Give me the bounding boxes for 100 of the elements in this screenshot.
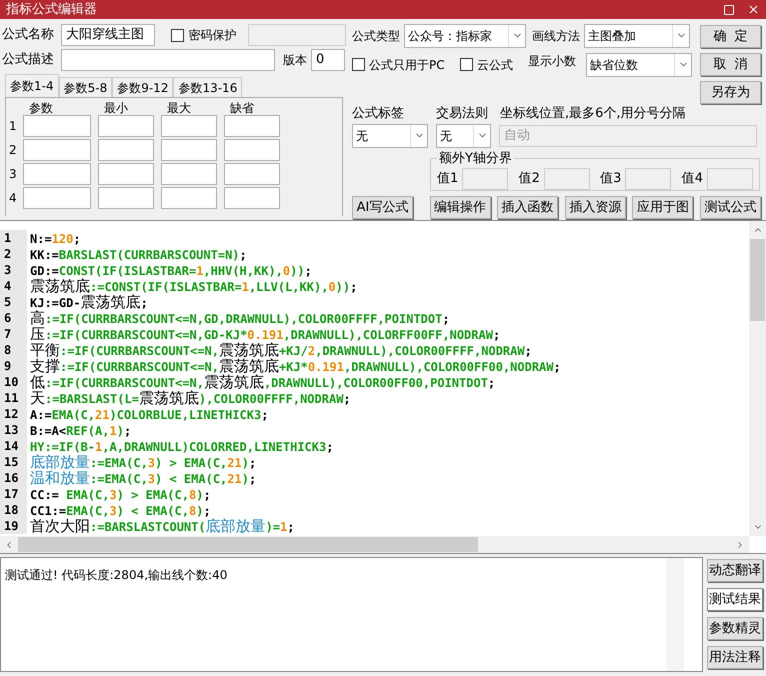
field-label: 公式描述 <box>2 51 55 70</box>
checkbox[interactable] <box>171 28 184 42</box>
field-label: 公式名称 <box>2 26 55 44</box>
line-number: 1 <box>0 230 27 246</box>
column-header: 最大 <box>166 100 192 114</box>
checkbox[interactable] <box>460 58 473 71</box>
window-title: 指标公式编辑器 <box>6 0 98 19</box>
dropdown[interactable]: 无 <box>436 124 491 148</box>
button[interactable]: 应用于图 <box>632 196 694 219</box>
field-label: 坐标线位置,最多6个,用分号分隔 <box>500 105 686 123</box>
button[interactable]: 插入函数 <box>497 196 558 219</box>
tab[interactable]: 参数5-8 <box>58 77 112 97</box>
input-field[interactable]: 大阳穿线主图 <box>60 24 156 46</box>
input-field[interactable] <box>98 115 154 137</box>
line-number: 17 <box>0 486 27 502</box>
checkbox-label: 密码保护 <box>188 27 236 44</box>
code-line: 高:=IF(CURRBARSCOUNT<=N,GD,DRAWNULL),COLOR00FFFF,POINTDOT; <box>29 310 450 326</box>
code-line: 低:=IF(CURRBARSCOUNT<=N,震荡筑底,DRAWNULL),COLOR00FF00,POINTDOT; <box>29 374 496 390</box>
input-field[interactable] <box>98 139 154 161</box>
scrollbar[interactable] <box>749 221 766 536</box>
input-field[interactable] <box>98 163 154 185</box>
line-number: 7 <box>0 326 27 342</box>
code-editor[interactable] <box>0 220 766 554</box>
checkbox-label: 云公式 <box>477 56 513 74</box>
group-title: 额外Y轴分界 <box>438 150 513 168</box>
row-number: 3 <box>9 166 18 183</box>
button[interactable]: 参数精灵 <box>707 617 763 640</box>
tab[interactable]: 参数13-16 <box>173 77 242 97</box>
input-field[interactable] <box>161 163 217 185</box>
input-field[interactable] <box>23 139 91 161</box>
dropdown[interactable]: 公众号：指标家 <box>404 24 526 48</box>
dropdown[interactable]: 主图叠加 <box>584 24 690 48</box>
line-number: 10 <box>0 374 27 390</box>
checkbox[interactable] <box>352 58 365 71</box>
field-label: 公式标签 <box>352 105 405 123</box>
code-line: KJ:=GD-震荡筑底; <box>29 294 148 310</box>
input-field[interactable] <box>23 163 91 185</box>
button[interactable]: 编辑操作 <box>430 196 491 219</box>
code-line: 温和放量:=EMA(C,3) < EMA(C,21); <box>29 470 256 486</box>
input-field[interactable] <box>23 187 91 209</box>
line-number: 12 <box>0 406 27 422</box>
field-label: 值4 <box>682 170 703 188</box>
row-number: 1 <box>9 118 18 135</box>
field-label: 显示小数 <box>528 52 577 70</box>
scrollbar-thumb[interactable] <box>750 239 765 321</box>
line-number: 15 <box>0 454 27 470</box>
input-field[interactable] <box>161 115 217 137</box>
dropdown[interactable]: 缺省位数 <box>586 52 692 76</box>
line-number: 3 <box>0 262 27 278</box>
code-line: 首次大阳:=BARSLASTCOUNT(底部放量)=1; <box>29 518 295 534</box>
scrollbar[interactable] <box>0 536 749 553</box>
code-line: 平衡:=IF(CURRBARSCOUNT<=N,震荡筑底+KJ/2,DRAWNULL),COLOR00FFFF,NODRAW; <box>29 342 532 358</box>
field-label: 值1 <box>437 170 458 188</box>
input-field[interactable] <box>224 187 280 209</box>
input-field[interactable] <box>61 49 275 71</box>
dropdown[interactable]: 无 <box>352 124 428 148</box>
button[interactable]: 用法注释 <box>707 646 763 669</box>
field-label: 公式类型 <box>352 28 401 44</box>
input-field[interactable] <box>224 115 280 137</box>
button[interactable]: 测试公式 <box>700 196 761 219</box>
input-field[interactable] <box>248 24 346 46</box>
column-header: 最小 <box>103 100 129 114</box>
code-line: B:=A<REF(A,1); <box>29 422 132 438</box>
input-field[interactable] <box>98 187 154 209</box>
input-field[interactable] <box>161 187 217 209</box>
input-field[interactable] <box>23 115 91 137</box>
field-label: 版本 <box>283 52 307 69</box>
input-field[interactable]: 0 <box>311 49 345 71</box>
line-number: 2 <box>0 246 27 262</box>
input-field[interactable] <box>706 168 753 190</box>
input-field[interactable] <box>224 163 280 185</box>
input-field[interactable] <box>462 168 508 190</box>
maximize-icon[interactable] <box>723 4 735 16</box>
line-number: 18 <box>0 502 27 518</box>
tab[interactable]: 参数9-12 <box>112 77 174 97</box>
line-number: 8 <box>0 342 27 358</box>
close-icon[interactable] <box>747 3 760 16</box>
button[interactable]: 另存为 <box>700 81 761 104</box>
field-label: 值3 <box>600 170 622 188</box>
button[interactable]: 动态翻译 <box>707 559 763 582</box>
column-header: 缺省 <box>229 100 255 114</box>
button[interactable]: 取 消 <box>700 53 761 76</box>
input-field[interactable] <box>161 139 217 161</box>
code-line: 支撑:=IF(CURRBARSCOUNT<=N,震荡筑底+KJ*0.191,DRAWNULL),COLOR00FF00,NODRAW; <box>29 358 561 374</box>
code-line: CC1:=EMA(C,3) < EMA(C,8); <box>29 502 211 518</box>
code-line: 底部放量:=EMA(C,3) > EMA(C,21); <box>29 454 256 470</box>
input-field[interactable] <box>625 168 672 190</box>
button[interactable]: AI写公式 <box>352 196 413 219</box>
tab[interactable]: 参数1-4 <box>5 74 59 97</box>
line-number: 9 <box>0 358 27 374</box>
button[interactable]: 插入资源 <box>564 196 626 219</box>
button[interactable]: 测试结果 <box>707 588 763 611</box>
button[interactable]: 确 定 <box>700 25 761 48</box>
line-number: 16 <box>0 470 27 486</box>
line-number: 6 <box>0 310 27 326</box>
input-field[interactable] <box>544 168 590 190</box>
scrollbar-thumb[interactable] <box>18 537 478 552</box>
column-header: 参数 <box>28 100 54 114</box>
input-field[interactable] <box>224 139 280 161</box>
line-number: 13 <box>0 422 27 438</box>
